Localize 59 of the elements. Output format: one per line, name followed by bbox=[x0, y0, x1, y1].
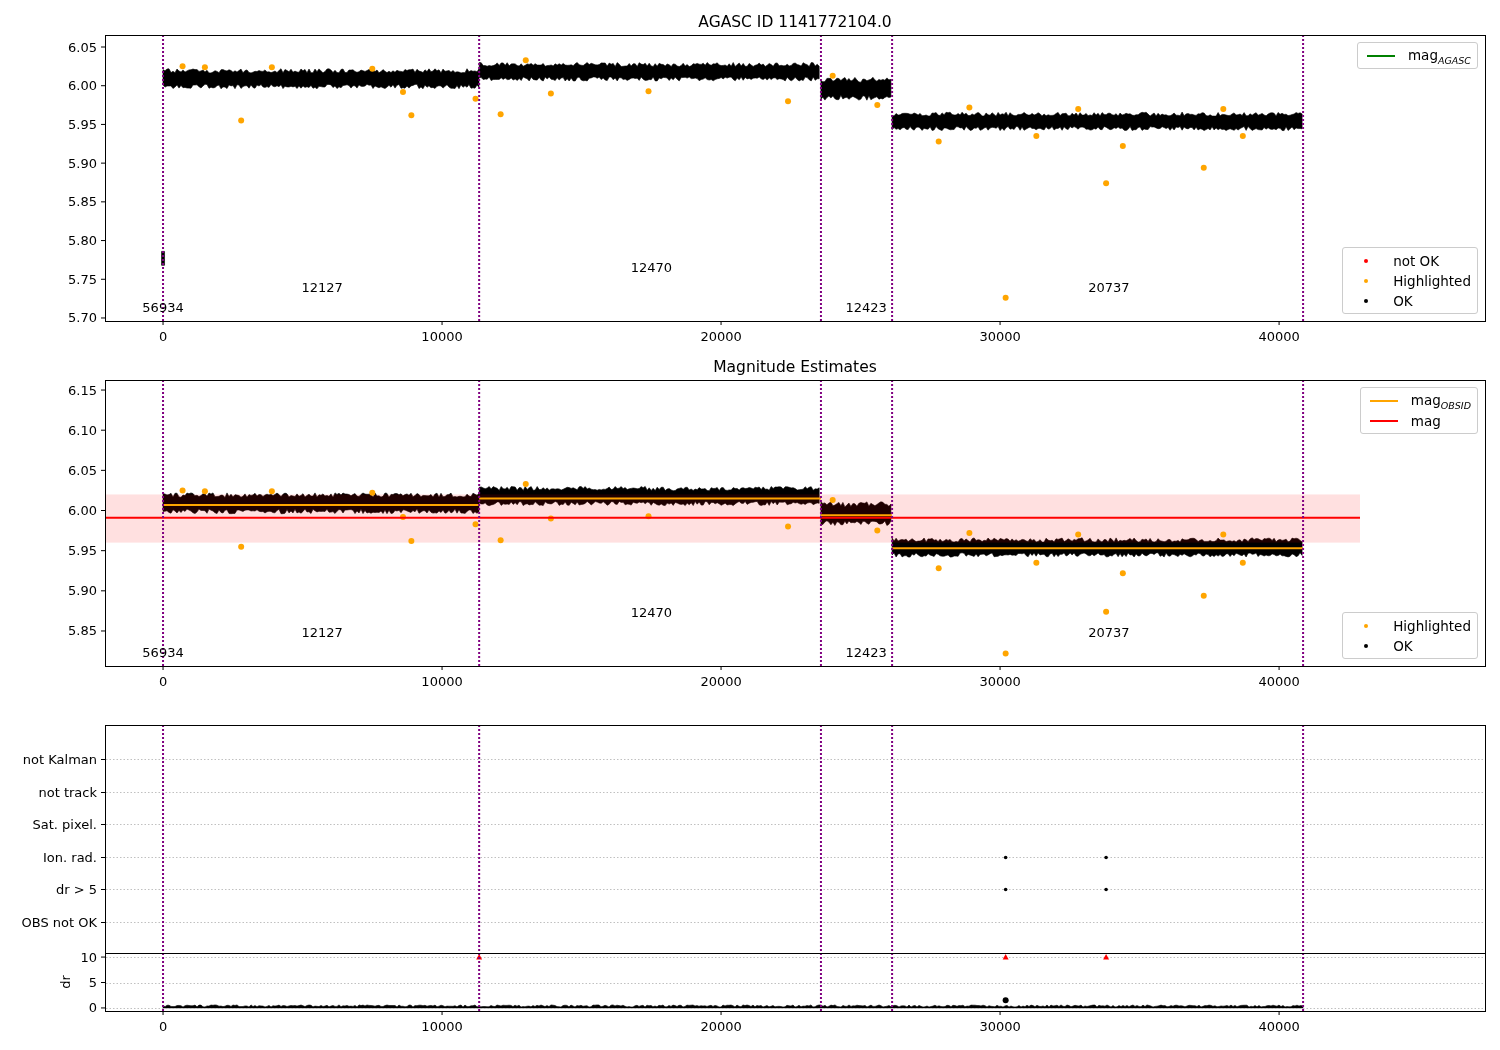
y-tick-label: Ion. rad. bbox=[43, 850, 97, 865]
y-tick-label: 6.05 bbox=[68, 462, 97, 478]
chart-title: AGASC ID 1141772104.0 bbox=[698, 13, 892, 31]
legend-label: OK bbox=[1393, 293, 1413, 309]
legend-label: not OK bbox=[1393, 253, 1440, 269]
x-tick-label: 30000 bbox=[979, 1019, 1021, 1034]
obsid-label: 12470 bbox=[630, 260, 672, 275]
legend-label: OK bbox=[1393, 638, 1413, 654]
y-tick-label: 0 bbox=[88, 1000, 97, 1016]
y-tick-label: 5.95 bbox=[68, 543, 97, 559]
obsid-label: 12423 bbox=[845, 300, 887, 315]
x-tick-label: 40000 bbox=[1258, 674, 1300, 689]
x-tick-label: 0 bbox=[158, 329, 168, 344]
legend-label: mag bbox=[1410, 413, 1441, 429]
y-tick-label: not track bbox=[38, 785, 97, 800]
x-tick-label: 10000 bbox=[421, 674, 463, 689]
y-axis-label: dr bbox=[58, 975, 73, 989]
legend-label: Highlighted bbox=[1393, 618, 1471, 634]
obsid-label: 12470 bbox=[630, 605, 672, 620]
obsid-label: 12127 bbox=[301, 625, 343, 640]
y-tick-label: 5 bbox=[88, 975, 97, 990]
y-tick-label: 5.90 bbox=[68, 155, 97, 171]
y-tick-label: Sat. pixel. bbox=[32, 817, 97, 832]
y-tick-label: OBS not OK bbox=[21, 915, 97, 930]
y-tick-label: 6.10 bbox=[68, 422, 97, 438]
obsid-label: 12423 bbox=[845, 645, 887, 660]
x-tick-label: 0 bbox=[158, 674, 168, 689]
y-tick-label: 5.90 bbox=[68, 583, 97, 599]
y-tick-label: 6.00 bbox=[68, 78, 97, 94]
x-tick-label: 20000 bbox=[700, 329, 742, 344]
x-tick-label: 30000 bbox=[979, 674, 1021, 689]
y-tick-label: dr > 5 bbox=[55, 882, 97, 897]
x-tick-label: 20000 bbox=[700, 1019, 742, 1034]
y-tick-label: 5.80 bbox=[68, 233, 97, 249]
obsid-label: 20737 bbox=[1088, 625, 1130, 640]
x-tick-label: 10000 bbox=[421, 1019, 463, 1034]
x-tick-label: 30000 bbox=[979, 329, 1021, 344]
y-tick-label: not Kalman bbox=[22, 752, 97, 767]
obsid-label: 56934 bbox=[142, 645, 184, 660]
legend-label: mag$_{AGASC}$ bbox=[1407, 46, 1471, 66]
y-tick-label: 6.15 bbox=[68, 382, 97, 398]
y-tick-label: 5.75 bbox=[68, 271, 97, 287]
obsid-label: 20737 bbox=[1088, 280, 1130, 295]
y-tick-label: 5.85 bbox=[68, 194, 97, 210]
x-tick-label: 10000 bbox=[421, 329, 463, 344]
x-tick-label: 0 bbox=[158, 1019, 168, 1034]
chart-title: Magnitude Estimates bbox=[713, 358, 877, 376]
y-tick-label: 6.00 bbox=[68, 503, 97, 518]
x-tick-label: 40000 bbox=[1258, 1019, 1300, 1034]
obsid-label: 12127 bbox=[301, 280, 343, 295]
y-tick-label: 5.70 bbox=[68, 310, 97, 326]
x-tick-label: 20000 bbox=[700, 674, 742, 689]
x-tick-label: 40000 bbox=[1258, 329, 1300, 344]
legend-label: Highlighted bbox=[1393, 273, 1471, 289]
obsid-label: 56934 bbox=[142, 300, 184, 315]
y-tick-label: 5.85 bbox=[68, 623, 97, 639]
y-tick-label: 5.95 bbox=[68, 116, 97, 132]
y-tick-label: 6.05 bbox=[68, 39, 97, 55]
legend-label: mag$_{OBSID}$ bbox=[1410, 391, 1471, 411]
